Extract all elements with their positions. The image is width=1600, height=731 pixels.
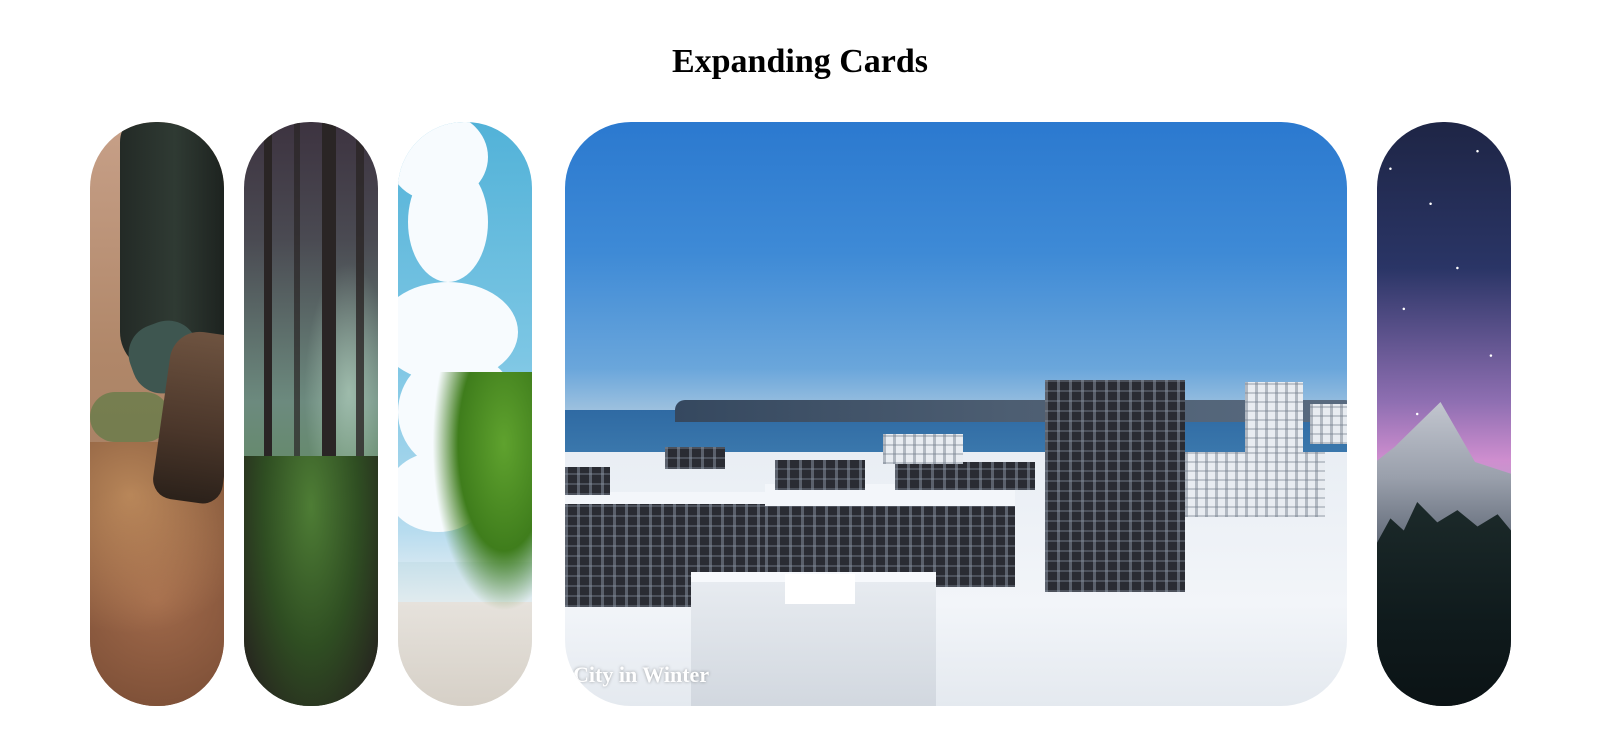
card-forest[interactable]: [244, 122, 378, 706]
starry-mountain-image: [1377, 122, 1511, 706]
card-beach[interactable]: [398, 122, 532, 706]
hiking-trail-image: [90, 122, 224, 706]
card-starry-mountain[interactable]: [1377, 122, 1511, 706]
city-in-winter-image: City in Winter: [565, 122, 1347, 706]
card-hiking-trail[interactable]: [90, 122, 224, 706]
page-title: Expanding Cards: [671, 43, 929, 80]
beach-image: [398, 122, 532, 706]
forest-image: [244, 122, 378, 706]
card-city-in-winter[interactable]: City in Winter: [565, 122, 1347, 706]
card-label-city-in-winter: City in Winter: [573, 662, 710, 687]
